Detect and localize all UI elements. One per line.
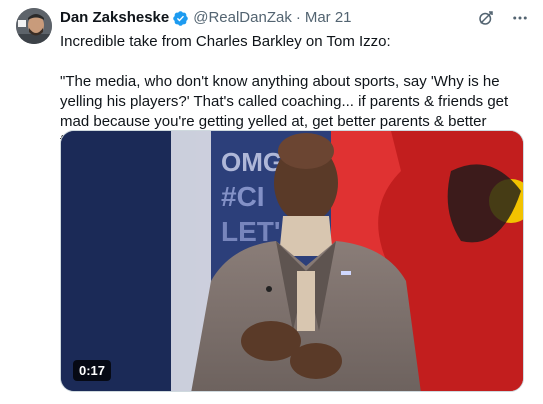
tweet[interactable]: Dan Zaksheske @RealDanZak · Mar 21 Incre… [0, 0, 543, 404]
tweet-date[interactable]: Mar 21 [305, 8, 352, 28]
tweet-header: Dan Zaksheske @RealDanZak · Mar 21 [60, 8, 530, 28]
svg-text:#CI: #CI [221, 181, 265, 212]
video-thumbnail: OMG! #CI LET'S [61, 131, 523, 391]
header-actions [476, 8, 530, 28]
verified-badge-icon [172, 10, 189, 27]
avatar-photo [16, 8, 52, 44]
more-icon[interactable] [510, 8, 530, 28]
avatar[interactable] [16, 8, 52, 44]
grok-icon[interactable] [476, 8, 496, 28]
separator-dot: · [295, 9, 301, 26]
video-player[interactable]: OMG! #CI LET'S 0:17 [60, 130, 524, 392]
author-name[interactable]: Dan Zaksheske [60, 8, 169, 28]
author-handle[interactable]: @RealDanZak [193, 8, 292, 28]
video-duration: 0:17 [73, 360, 112, 381]
